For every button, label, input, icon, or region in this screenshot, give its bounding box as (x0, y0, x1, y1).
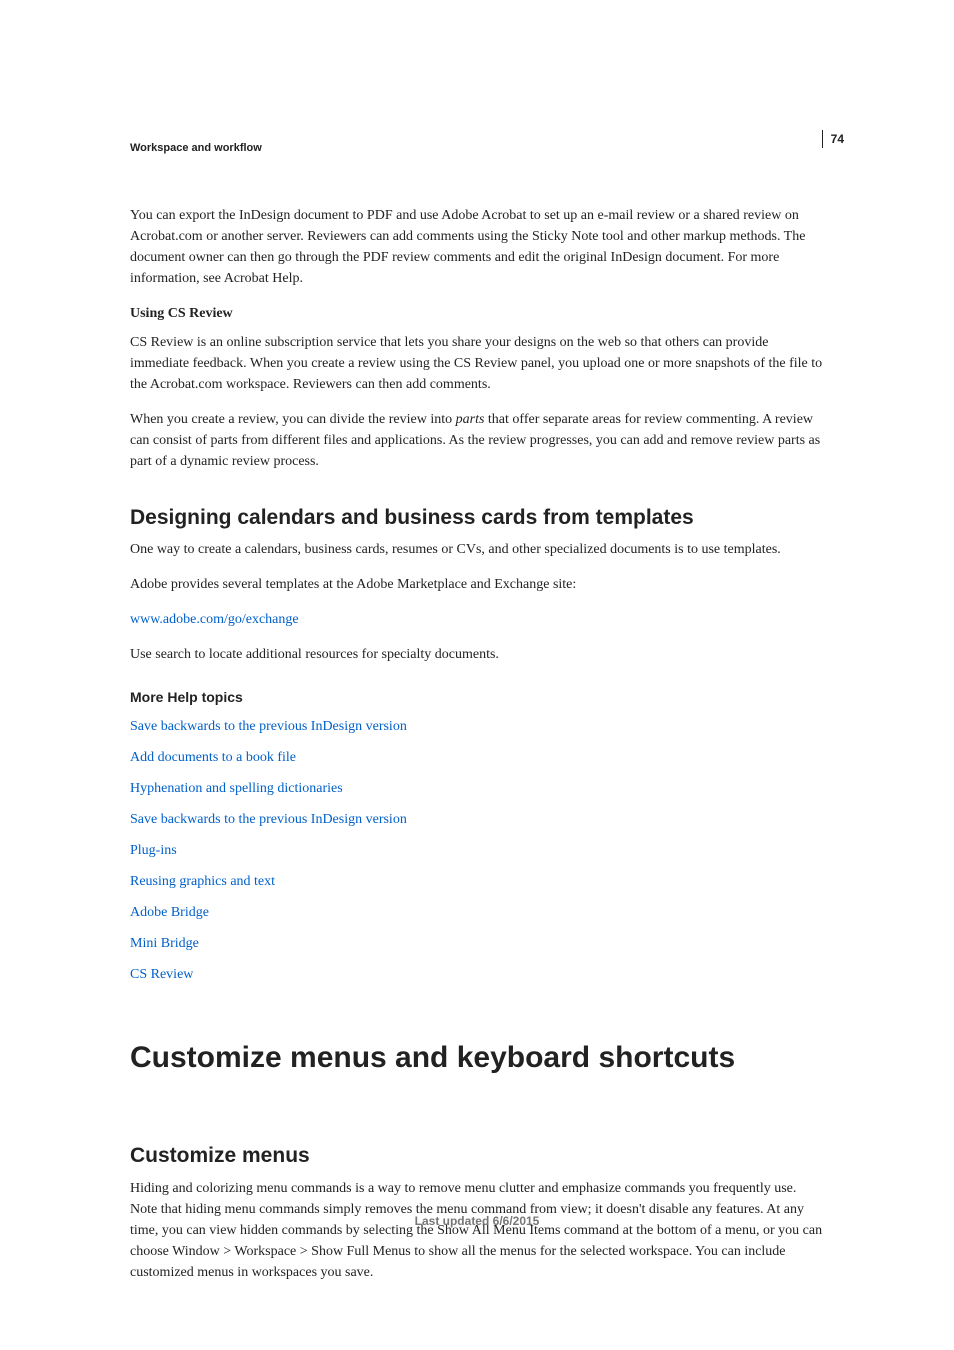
subheading-using-cs-review: Using CS Review (130, 303, 824, 324)
templates-paragraph-2: Adobe provides several templates at the … (130, 574, 824, 595)
page-number: 74 (822, 130, 844, 148)
cs-review-paragraph-1: CS Review is an online subscription serv… (130, 332, 824, 395)
cs-review-paragraph-2: When you create a review, you can divide… (130, 409, 824, 472)
templates-paragraph-3: Use search to locate additional resource… (130, 644, 824, 665)
help-link[interactable]: Save backwards to the previous InDesign … (130, 716, 824, 737)
help-link[interactable]: Save backwards to the previous InDesign … (130, 809, 824, 830)
help-link[interactable]: Hyphenation and spelling dictionaries (130, 778, 824, 799)
text-span: When you create a review, you can divide… (130, 412, 456, 427)
help-link[interactable]: Reusing graphics and text (130, 871, 824, 892)
more-help-topics-heading: More Help topics (130, 687, 824, 708)
breadcrumb: Workspace and workflow (130, 140, 824, 157)
help-links-list: Save backwards to the previous InDesign … (130, 716, 824, 985)
exchange-link[interactable]: www.adobe.com/go/exchange (130, 612, 299, 627)
exchange-link-line: www.adobe.com/go/exchange (130, 609, 824, 630)
intro-paragraph: You can export the InDesign document to … (130, 205, 824, 289)
help-link[interactable]: Add documents to a book file (130, 747, 824, 768)
customize-menus-paragraph: Hiding and colorizing menu commands is a… (130, 1178, 824, 1283)
section-heading-customize-menus: Customize menus (130, 1140, 824, 1172)
section-heading-templates: Designing calendars and business cards f… (130, 502, 824, 534)
help-link[interactable]: Mini Bridge (130, 933, 824, 954)
help-link[interactable]: CS Review (130, 964, 824, 985)
document-page: 74 Workspace and workflow You can export… (0, 0, 954, 1350)
last-updated-footer: Last updated 6/6/2015 (0, 1212, 954, 1230)
help-link[interactable]: Plug-ins (130, 840, 824, 861)
help-link[interactable]: Adobe Bridge (130, 902, 824, 923)
emphasis-parts: parts (456, 412, 485, 427)
templates-paragraph-1: One way to create a calendars, business … (130, 539, 824, 560)
chapter-heading-customize-menus: Customize menus and keyboard shortcuts (130, 1035, 824, 1080)
